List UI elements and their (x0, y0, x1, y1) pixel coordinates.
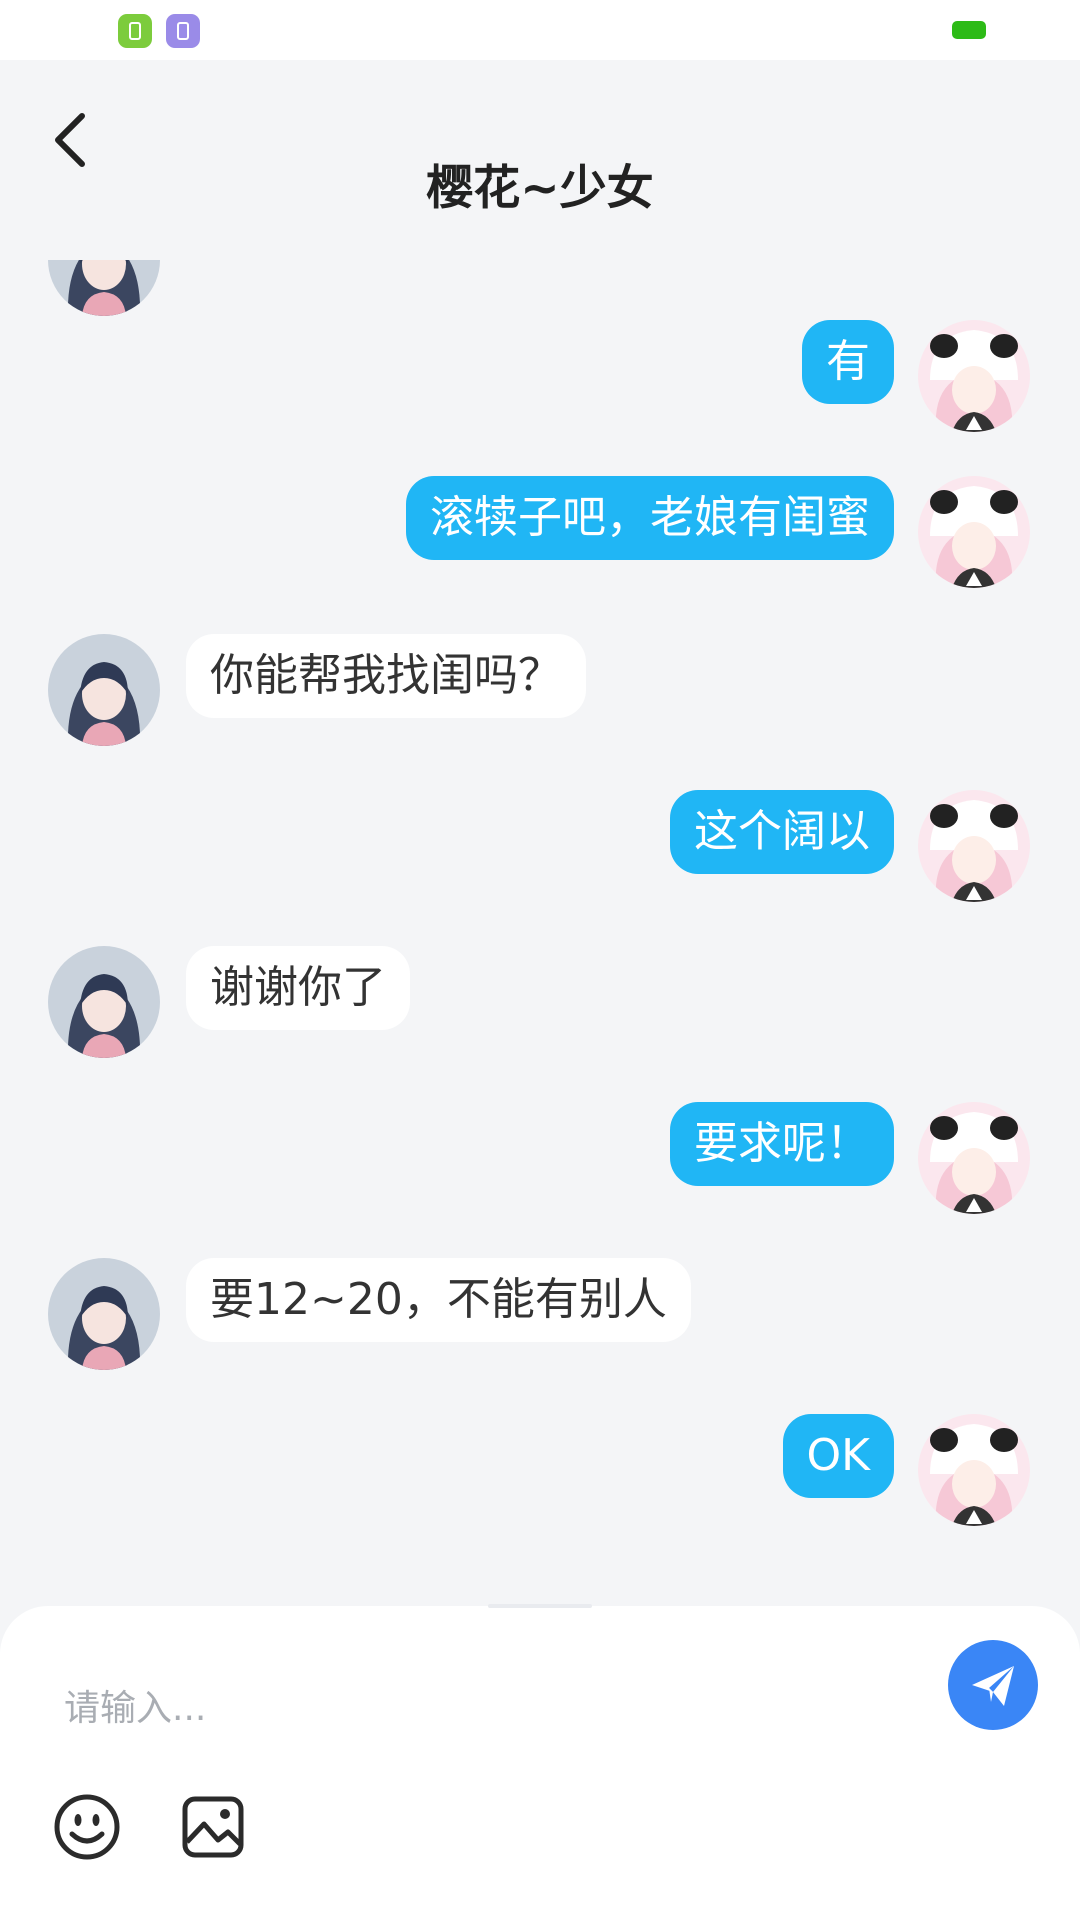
message-row: 你能帮我找闺吗？ (0, 634, 1080, 746)
self-avatar[interactable] (918, 476, 1030, 588)
message-row: 要求呢！ (0, 1102, 1080, 1214)
emoji-button[interactable] (52, 1792, 122, 1862)
phone-manager-icon (118, 14, 152, 48)
contact-avatar[interactable] (48, 946, 160, 1058)
self-avatar[interactable] (918, 320, 1030, 432)
self-avatar[interactable] (918, 790, 1030, 902)
self-avatar[interactable] (918, 1102, 1030, 1214)
contact-avatar[interactable] (48, 1258, 160, 1370)
page-title: 樱花~少女 (426, 161, 654, 216)
message-row: 滚犊子吧，老娘有闺蜜 (0, 476, 1080, 588)
battery-icon (952, 21, 986, 39)
send-button[interactable] (948, 1640, 1038, 1730)
message-bubble-other[interactable]: 你能帮我找闺吗？ (186, 634, 586, 718)
message-bubble-other[interactable]: 谢谢你了 (186, 946, 410, 1030)
message-input[interactable] (62, 1676, 886, 1740)
message-row: 谢谢你了 (0, 946, 1080, 1058)
image-button[interactable] (178, 1792, 248, 1862)
message-bubble-self[interactable]: 这个阔以 (670, 790, 894, 874)
anime-girl-avatar (48, 634, 160, 746)
status-bar (0, 0, 1080, 60)
message-row: OK (0, 1414, 1080, 1526)
message-bubble-self[interactable]: 滚犊子吧，老娘有闺蜜 (406, 476, 894, 560)
image-icon (182, 1796, 244, 1858)
chat-screen: 樱花~少女 有 滚犊子吧，老娘有闺蜜 你能帮我找闺吗？ 这个阔以 谢谢你了 要求… (0, 0, 1080, 1920)
message-row: 这个阔以 (0, 790, 1080, 902)
clipboard-app-icon (166, 14, 200, 48)
anime-girl-avatar (48, 260, 160, 316)
message-bubble-other[interactable]: 要12~20，不能有别人 (186, 1258, 691, 1342)
message-bubble-self[interactable]: OK (782, 1414, 894, 1498)
anime-girl-avatar (48, 1258, 160, 1370)
contact-avatar[interactable] (48, 260, 160, 316)
message-composer (0, 1604, 1080, 1920)
panda-girl-avatar (918, 320, 1030, 432)
message-row: 有 (0, 320, 1080, 432)
panda-girl-avatar (918, 1414, 1030, 1526)
smiley-icon (54, 1794, 120, 1860)
contact-avatar[interactable] (48, 634, 160, 746)
paper-plane-icon (972, 1666, 1014, 1706)
message-list[interactable]: 有 滚犊子吧，老娘有闺蜜 你能帮我找闺吗？ 这个阔以 谢谢你了 要求呢！ 要12… (0, 260, 1080, 1606)
message-bubble-self[interactable]: 有 (802, 320, 894, 404)
message-bubble-self[interactable]: 要求呢！ (670, 1102, 894, 1186)
drag-handle[interactable] (488, 1604, 592, 1608)
panda-girl-avatar (918, 1102, 1030, 1214)
anime-girl-avatar (48, 946, 160, 1058)
panda-girl-avatar (918, 476, 1030, 588)
self-avatar[interactable] (918, 1414, 1030, 1526)
panda-girl-avatar (918, 790, 1030, 902)
message-row: 要12~20，不能有别人 (0, 1258, 1080, 1370)
